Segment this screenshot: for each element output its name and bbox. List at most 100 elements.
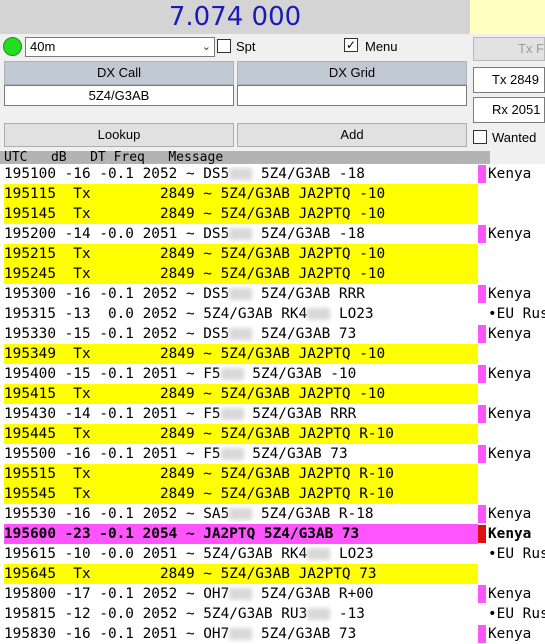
decode-message: 195300 -16 -0.1 2052 ~ DS5 5Z4/G3AB RRR [4,286,365,302]
decode-row[interactable]: 195830 -16 -0.1 2051 ~ OH7 5Z4/G3AB 73 Ke… [0,624,545,644]
decode-row[interactable]: 195515 Tx 2849 ~ 5Z4/G3AB JA2PTQ R-10 [0,464,545,484]
decode-row[interactable]: 195315 -13 0.0 2052 ~ 5Z4/G3AB RK4 LO23 •… [0,304,545,324]
country-status-bar [478,505,486,523]
redacted-callsign [229,588,253,600]
decode-row[interactable]: 195545 Tx 2849 ~ 5Z4/G3AB JA2PTQ R-10 [0,484,545,504]
country-label: Kenya [488,226,532,242]
decode-message: 195530 -16 -0.1 2052 ~ SA5 5Z4/G3AB R-18 [4,506,374,522]
decode-message: 195645 Tx 2849 ~ 5Z4/G3AB JA2PTQ 73 [4,564,478,584]
wanted-checkbox[interactable] [473,130,487,144]
decode-message: 195600 -23 -0.1 2054 ~ JA2PTQ 5Z4/G3AB 7… [4,524,478,544]
country-label: Kenya [488,166,532,182]
decode-row[interactable]: 195645 Tx 2849 ~ 5Z4/G3AB JA2PTQ 73 [0,564,545,584]
decode-message: 195245 Tx 2849 ~ 5Z4/G3AB JA2PTQ -10 [4,264,478,284]
redacted-callsign [220,368,244,380]
status-panel [470,0,545,34]
country-label: Kenya [488,506,532,522]
dx-grid-label: DX Grid [237,61,467,85]
country-status-bar [478,625,486,643]
decode-message: 195615 -10 -0.0 2051 ~ 5Z4/G3AB RK4 LO23 [4,546,374,562]
country-label: Kenya [488,286,532,302]
decode-row[interactable]: 195815 -12 -0.0 2052 ~ 5Z4/G3AB RU3 -13 •… [0,604,545,624]
redacted-callsign [307,608,331,620]
decode-list-header: UTC dB DT Freq Message [0,151,490,165]
country-label: Kenya [488,446,532,462]
frequency-display: 7.074 000 [0,0,470,34]
band-select-value: 40m [30,39,56,54]
decode-row[interactable]: 195330 -15 -0.1 2052 ~ DS5 5Z4/G3AB 73 Ke… [0,324,545,344]
country-status-bar [478,225,486,243]
country-label: •EU Rus [488,606,545,622]
redacted-callsign [307,548,331,560]
decode-message: 195215 Tx 2849 ~ 5Z4/G3AB JA2PTQ -10 [4,244,478,264]
decode-message: 195830 -16 -0.1 2051 ~ OH7 5Z4/G3AB 73 [4,626,357,642]
spt-checkbox[interactable] [217,39,231,53]
decode-row[interactable]: 195245 Tx 2849 ~ 5Z4/G3AB JA2PTQ -10 [0,264,545,284]
decode-row[interactable]: 195415 Tx 2849 ~ 5Z4/G3AB JA2PTQ -10 [0,384,545,404]
decode-row[interactable]: 195200 -14 -0.0 2051 ~ DS5 5Z4/G3AB -18 K… [0,224,545,244]
decode-message: 195445 Tx 2849 ~ 5Z4/G3AB JA2PTQ R-10 [4,424,478,444]
decode-message: 195815 -12 -0.0 2052 ~ 5Z4/G3AB RU3 -13 [4,606,365,622]
decode-message: 195100 -16 -0.1 2052 ~ DS5 5Z4/G3AB -18 [4,166,365,182]
redacted-callsign [229,228,253,240]
menu-checkbox[interactable]: ✓ [344,38,358,52]
decode-message: 195430 -14 -0.1 2051 ~ F5 5Z4/G3AB RRR [4,406,357,422]
country-label: Kenya [488,526,532,542]
decode-row[interactable]: 195800 -17 -0.1 2052 ~ OH7 5Z4/G3AB R+00… [0,584,545,604]
decode-message: 195500 -16 -0.1 2051 ~ F5 5Z4/G3AB 73 [4,446,348,462]
decode-message: 195200 -14 -0.0 2051 ~ DS5 5Z4/G3AB -18 [4,226,365,242]
decode-message: 195515 Tx 2849 ~ 5Z4/G3AB JA2PTQ R-10 [4,464,478,484]
decode-row[interactable]: 195115 Tx 2849 ~ 5Z4/G3AB JA2PTQ -10 [0,184,545,204]
menu-label: Menu [365,39,398,54]
dx-call-input[interactable]: 5Z4/G3AB [4,85,234,106]
country-status-bar [478,445,486,463]
decode-row[interactable]: 195400 -15 -0.1 2051 ~ F5 5Z4/G3AB -10 Ke… [0,364,545,384]
decode-row[interactable]: 195430 -14 -0.1 2051 ~ F5 5Z4/G3AB RRR Ke… [0,404,545,424]
country-status-bar [478,365,486,383]
decode-message: 195400 -15 -0.1 2051 ~ F5 5Z4/G3AB -10 [4,366,357,382]
spt-label: Spt [236,39,256,54]
decode-message: 195349 Tx 2849 ~ 5Z4/G3AB JA2PTQ -10 [4,344,478,364]
tx-freq-button[interactable]: Tx F [473,37,545,61]
rx-frequency-spinbox[interactable]: Rx 2051 [473,97,545,123]
band-select[interactable]: 40m ⌄ [25,37,215,57]
decode-row[interactable]: 195145 Tx 2849 ~ 5Z4/G3AB JA2PTQ -10 [0,204,545,224]
country-status-bar [478,165,486,183]
decode-row[interactable]: 195615 -10 -0.0 2051 ~ 5Z4/G3AB RK4 LO23… [0,544,545,564]
decode-row[interactable]: 195600 -23 -0.1 2054 ~ JA2PTQ 5Z4/G3AB 7… [0,524,545,544]
lookup-button[interactable]: Lookup [4,123,234,147]
dx-grid-input[interactable] [237,85,467,106]
wanted-label: Wanted [492,130,537,145]
country-status-bar [478,525,486,543]
country-label: Kenya [488,406,532,422]
redacted-callsign [229,628,253,640]
redacted-callsign [229,508,253,520]
decode-message: 195330 -15 -0.1 2052 ~ DS5 5Z4/G3AB 73 [4,326,357,342]
decode-row[interactable]: 195500 -16 -0.1 2051 ~ F5 5Z4/G3AB 73 Ken… [0,444,545,464]
decode-row[interactable]: 195530 -16 -0.1 2052 ~ SA5 5Z4/G3AB R-18… [0,504,545,524]
decode-message: 195545 Tx 2849 ~ 5Z4/G3AB JA2PTQ R-10 [4,484,478,504]
tx-frequency-spinbox[interactable]: Tx 2849 [473,67,545,93]
country-label: Kenya [488,366,532,382]
redacted-callsign [229,168,253,180]
country-status-bar [478,285,486,303]
decode-row[interactable]: 195100 -16 -0.1 2052 ~ DS5 5Z4/G3AB -18 K… [0,164,545,184]
country-label: Kenya [488,626,532,642]
decode-message: 195315 -13 0.0 2052 ~ 5Z4/G3AB RK4 LO23 [4,306,374,322]
decode-message: 195145 Tx 2849 ~ 5Z4/G3AB JA2PTQ -10 [4,204,478,224]
decode-list[interactable]: 195100 -16 -0.1 2052 ~ DS5 5Z4/G3AB -18 K… [0,164,545,644]
country-label: •EU Rus [488,306,545,322]
decode-row[interactable]: 195215 Tx 2849 ~ 5Z4/G3AB JA2PTQ -10 [0,244,545,264]
status-led-icon [3,37,22,56]
redacted-callsign [229,288,253,300]
country-status-bar [478,405,486,423]
country-status-bar [478,325,486,343]
decode-row[interactable]: 195349 Tx 2849 ~ 5Z4/G3AB JA2PTQ -10 [0,344,545,364]
add-button[interactable]: Add [237,123,467,147]
decode-row[interactable]: 195300 -16 -0.1 2052 ~ DS5 5Z4/G3AB RRR K… [0,284,545,304]
dx-call-label: DX Call [4,61,234,85]
decode-message: 195115 Tx 2849 ~ 5Z4/G3AB JA2PTQ -10 [4,184,478,204]
country-status-bar [478,585,486,603]
chevron-down-icon[interactable]: ⌄ [202,38,211,56]
decode-row[interactable]: 195445 Tx 2849 ~ 5Z4/G3AB JA2PTQ R-10 [0,424,545,444]
